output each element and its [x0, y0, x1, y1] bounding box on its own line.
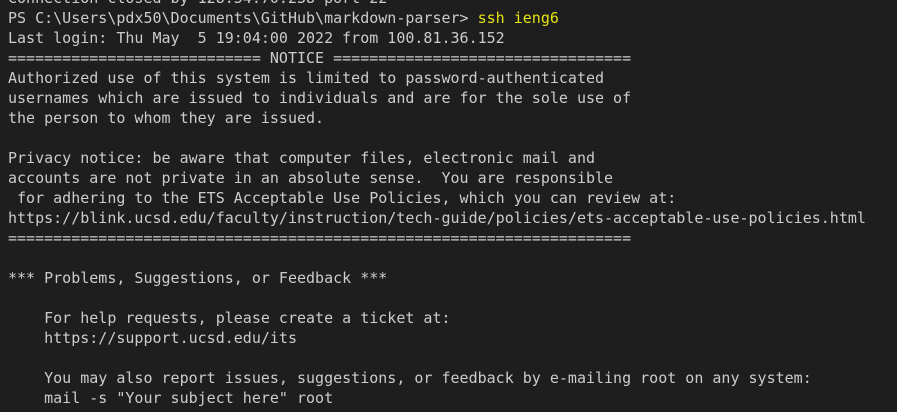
terminal-line: *** Problems, Suggestions, or Feedback *…	[8, 268, 866, 288]
terminal-line-text: For help requests, please create a ticke…	[8, 309, 451, 327]
terminal-line-text: Authorized use of this system is limited…	[8, 69, 605, 87]
terminal-line: https://blink.ucsd.edu/faculty/instructi…	[8, 208, 866, 228]
terminal-line: mail -s "Your subject here" root	[8, 388, 866, 408]
terminal-line: accounts are not private in an absolute …	[8, 168, 866, 188]
terminal-line-text: mail -s "Your subject here" root	[8, 389, 334, 407]
terminal-line-text: *** Problems, Suggestions, or Feedback *…	[8, 269, 388, 287]
terminal-line: https://support.ucsd.edu/its	[8, 328, 866, 348]
terminal-command-text: ssh ieng6	[477, 9, 559, 27]
terminal-line: Connection closed by 128.54.70.238 port …	[8, 0, 866, 8]
terminal-line-text: Last login: Thu May 5 19:04:00 2022 from…	[8, 29, 505, 47]
terminal-line: Last login: Thu May 5 19:04:00 2022 from…	[8, 28, 866, 48]
terminal-line: PS C:\Users\pdx50\Documents\GitHub\markd…	[8, 8, 866, 28]
terminal-line-text: https://blink.ucsd.edu/faculty/instructi…	[8, 209, 866, 227]
terminal-line: Authorized use of this system is limited…	[8, 68, 866, 88]
terminal-output: Connection closed by 128.54.70.238 port …	[8, 0, 866, 408]
terminal-line-text: You may also report issues, suggestions,…	[8, 369, 812, 387]
terminal-line: ============================ NOTICE ====…	[8, 48, 866, 68]
terminal-line: ========================================…	[8, 228, 866, 248]
terminal-line: For help requests, please create a ticke…	[8, 308, 866, 328]
terminal-line: for adhering to the ETS Acceptable Use P…	[8, 188, 866, 208]
terminal-window[interactable]: Connection closed by 128.54.70.238 port …	[0, 0, 897, 412]
terminal-line: usernames which are issued to individual…	[8, 88, 866, 108]
terminal-line-text: Privacy notice: be aware that computer f…	[8, 149, 595, 167]
terminal-line-text: usernames which are issued to individual…	[8, 89, 632, 107]
terminal-line-text: accounts are not private in an absolute …	[8, 169, 614, 187]
terminal-line-text: for adhering to the ETS Acceptable Use P…	[8, 189, 677, 207]
terminal-line-text: ============================ NOTICE ====…	[8, 49, 632, 67]
terminal-line-text: ========================================…	[8, 229, 632, 247]
terminal-line: You may also report issues, suggestions,…	[8, 368, 866, 388]
terminal-prompt-text: PS C:\Users\pdx50\Documents\GitHub\markd…	[8, 9, 478, 27]
terminal-line: the person to whom they are issued.	[8, 108, 866, 128]
terminal-line-text: the person to whom they are issued.	[8, 109, 325, 127]
terminal-line: Privacy notice: be aware that computer f…	[8, 148, 866, 168]
terminal-line-text: Connection closed by 128.54.70.238 port …	[8, 0, 387, 7]
terminal-line-text: https://support.ucsd.edu/its	[8, 329, 297, 347]
